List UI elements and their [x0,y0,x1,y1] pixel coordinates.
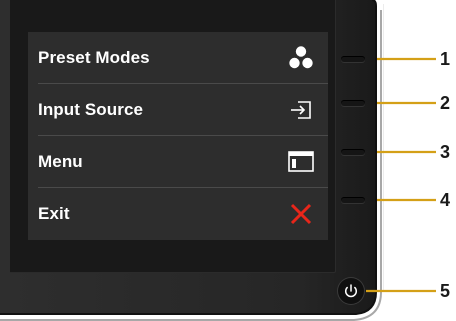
callout-lines [366,57,436,293]
monitor-diagram: Preset Modes Input Source Menu Exit 1 2 … [0,0,456,321]
callout-number-3: 3 [440,142,451,162]
callout-number-4: 4 [440,190,451,210]
callout-number-2: 2 [440,93,451,113]
callout-number-5: 5 [440,281,451,301]
callout-number-1: 1 [440,49,451,69]
